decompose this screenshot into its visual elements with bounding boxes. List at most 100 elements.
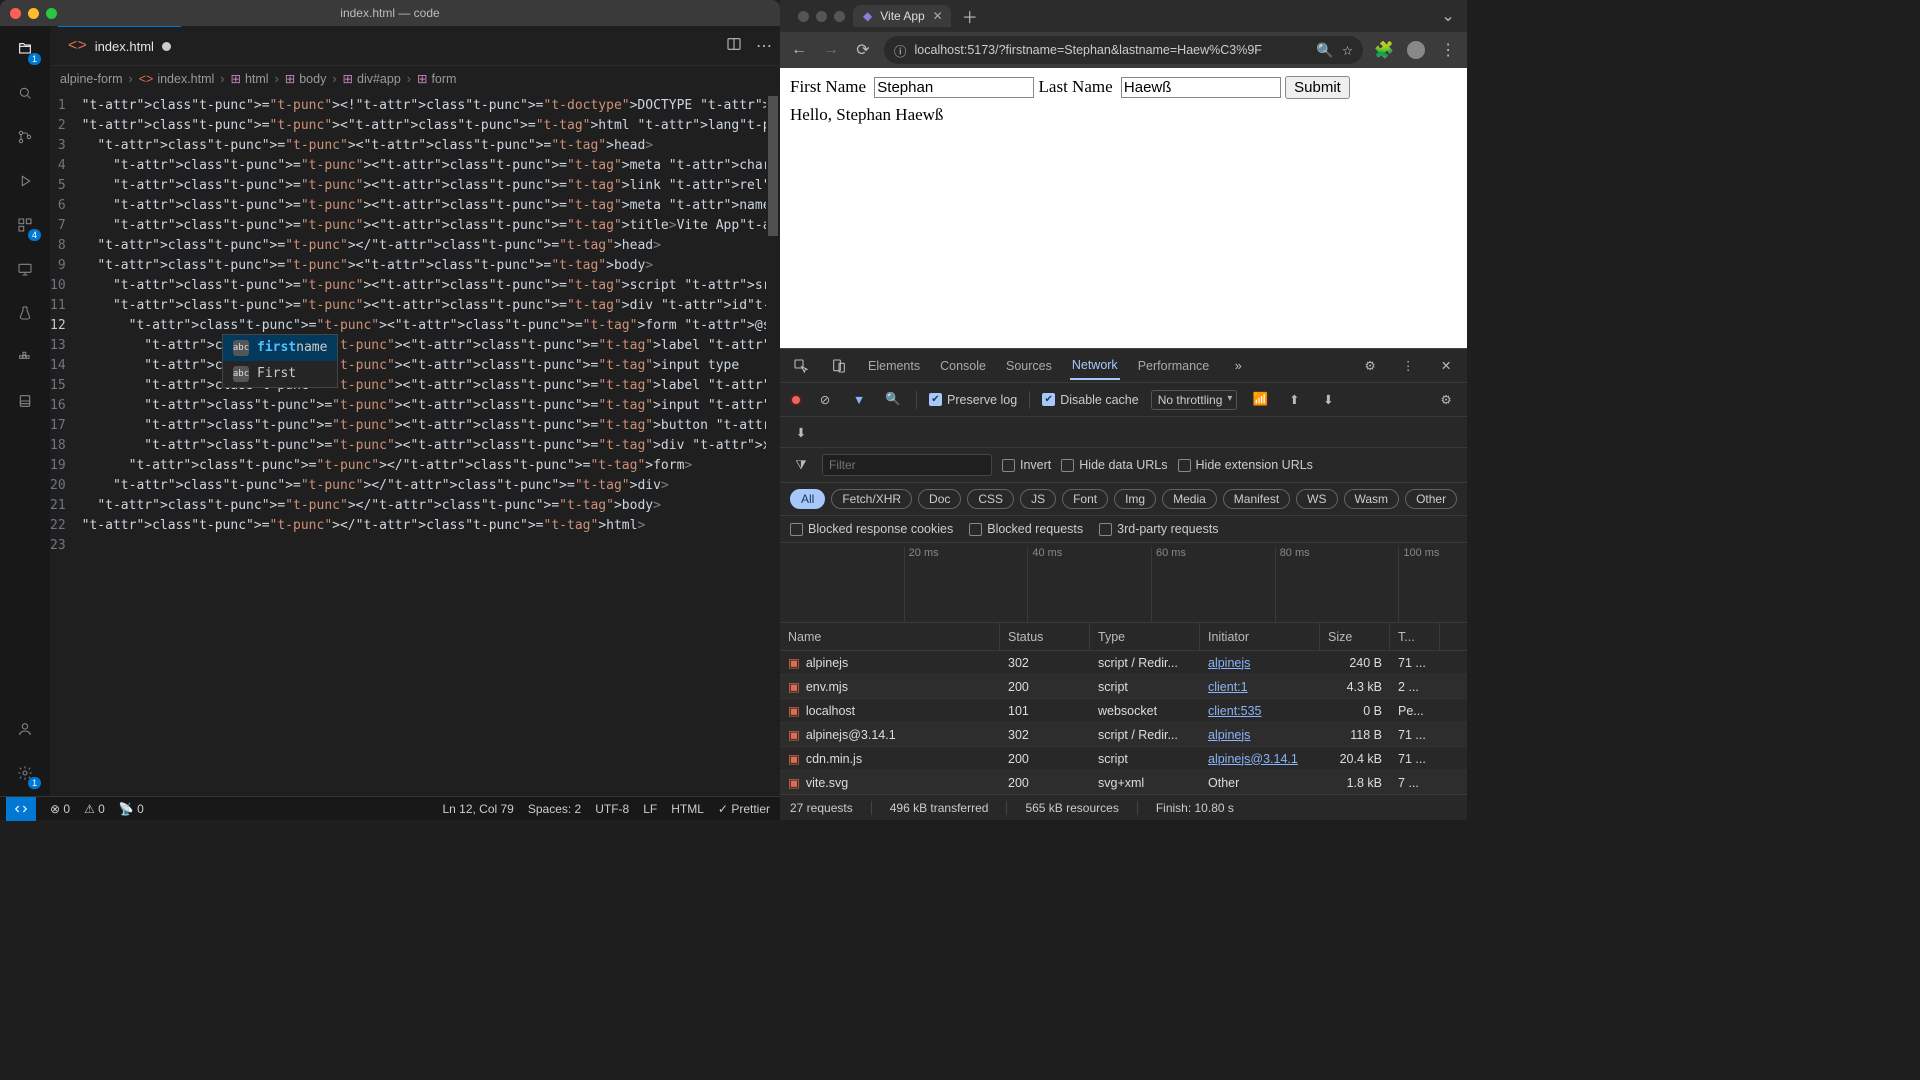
testing-icon[interactable] [12, 300, 38, 326]
site-info-icon[interactable]: ⓘ [894, 41, 907, 60]
errors-count[interactable]: ⊗ 0 [50, 802, 70, 816]
table-row[interactable]: ▣alpinejs@3.14.1302script / Redir...alpi… [780, 723, 1467, 747]
profile-avatar-icon[interactable] [1405, 39, 1427, 61]
network-settings-icon[interactable]: ⚙ [1435, 389, 1457, 411]
back-button[interactable]: ← [788, 39, 810, 61]
submit-button[interactable] [1285, 76, 1350, 99]
search-icon[interactable] [12, 80, 38, 106]
type-chip[interactable]: Font [1062, 489, 1108, 509]
type-chip[interactable]: Manifest [1223, 489, 1290, 509]
kebab-menu-icon[interactable]: ⋮ [1437, 39, 1459, 61]
first-name-input[interactable] [874, 77, 1034, 98]
invert-checkbox[interactable]: Invert [1002, 458, 1051, 472]
export-har-icon[interactable]: ⬇ [1317, 389, 1339, 411]
close-tab-icon[interactable]: ✕ [933, 9, 943, 23]
source-control-icon[interactable] [12, 124, 38, 150]
table-row[interactable]: ▣alpinejs302script / Redir...alpinejs240… [780, 651, 1467, 675]
type-chip[interactable]: All [790, 489, 825, 509]
record-button[interactable] [790, 394, 802, 406]
account-icon[interactable] [12, 716, 38, 742]
language-mode[interactable]: HTML [671, 802, 704, 816]
devtools-settings-icon[interactable]: ⚙ [1359, 355, 1381, 377]
column-header[interactable]: Size [1320, 623, 1390, 650]
split-editor-icon[interactable] [726, 36, 742, 56]
inspect-element-icon[interactable] [790, 355, 812, 377]
table-header[interactable]: NameStatusTypeInitiatorSizeT... [780, 623, 1467, 651]
clear-icon[interactable]: ⊘ [814, 389, 836, 411]
more-actions-icon[interactable]: ⋯ [756, 36, 772, 56]
omnibox[interactable]: ⓘ localhost:5173/?firstname=Stephan&last… [884, 36, 1363, 64]
reload-button[interactable]: ⟳ [852, 39, 874, 61]
filter-input[interactable] [822, 454, 992, 476]
port-indicator[interactable]: 📡 0 [119, 802, 144, 816]
cursor-position[interactable]: Ln 12, Col 79 [442, 802, 513, 816]
tab-performance[interactable]: Performance [1136, 353, 1212, 379]
eol[interactable]: LF [643, 802, 657, 816]
table-row[interactable]: ▣vite.svg200svg+xmlOther1.8 kB7 ... [780, 771, 1467, 794]
type-chip[interactable]: WS [1296, 489, 1337, 509]
run-debug-icon[interactable] [12, 168, 38, 194]
minimize-dot-icon[interactable] [816, 11, 827, 22]
devtools-close-icon[interactable]: ✕ [1435, 355, 1457, 377]
blocked-requests-checkbox[interactable]: Blocked requests [969, 522, 1083, 536]
import-har-icon[interactable]: ⬆ [1283, 389, 1305, 411]
hide-data-urls-checkbox[interactable]: Hide data URLs [1061, 458, 1167, 472]
tab-elements[interactable]: Elements [866, 353, 922, 379]
column-header[interactable]: Name [780, 623, 1000, 650]
bookmarks-icon[interactable] [12, 388, 38, 414]
remote-indicator-icon[interactable] [6, 797, 36, 821]
download-icon[interactable]: ⬇ [790, 421, 812, 443]
chevron-down-icon[interactable]: ⌄ [1437, 5, 1459, 27]
type-chip[interactable]: Other [1405, 489, 1457, 509]
column-header[interactable]: Initiator [1200, 623, 1320, 650]
type-chip[interactable]: CSS [967, 489, 1014, 509]
settings-gear-icon[interactable]: 1 [12, 760, 38, 786]
more-tabs-icon[interactable]: » [1227, 355, 1249, 377]
extensions-puzzle-icon[interactable]: 🧩 [1373, 39, 1395, 61]
type-chip[interactable]: Wasm [1344, 489, 1400, 509]
new-tab-button[interactable]: ＋ [959, 5, 981, 27]
encoding[interactable]: UTF-8 [595, 802, 629, 816]
filter-toggle-icon[interactable]: ▼ [848, 389, 870, 411]
third-party-checkbox[interactable]: 3rd-party requests [1099, 522, 1218, 536]
type-chip[interactable]: Doc [918, 489, 961, 509]
table-row[interactable]: ▣localhost101websocketclient:5350 BPe... [780, 699, 1467, 723]
code-editor[interactable]: 1234567891011121314151617181920212223 "t… [50, 92, 780, 796]
breadcrumbs[interactable]: alpine-form› <>index.html› ⊞html› ⊞body›… [50, 66, 780, 92]
table-row[interactable]: ▣env.mjs200scriptclient:14.3 kB2 ... [780, 675, 1467, 699]
zoom-icon[interactable]: 🔍 [1316, 42, 1333, 59]
column-header[interactable]: T... [1390, 623, 1440, 650]
forward-button[interactable]: → [820, 39, 842, 61]
tab-sources[interactable]: Sources [1004, 353, 1054, 379]
network-conditions-icon[interactable]: 📶 [1249, 389, 1271, 411]
close-dot-icon[interactable] [798, 11, 809, 22]
type-chip[interactable]: Img [1114, 489, 1156, 509]
extensions-icon[interactable]: 4 [12, 212, 38, 238]
last-name-input[interactable] [1121, 77, 1281, 98]
column-header[interactable]: Status [1000, 623, 1090, 650]
zoom-dot-icon[interactable] [834, 11, 845, 22]
type-chip[interactable]: JS [1020, 489, 1056, 509]
autocomplete-item[interactable]: abcfirstname [223, 335, 337, 361]
type-chip[interactable]: Fetch/XHR [831, 489, 912, 509]
docker-icon[interactable] [12, 344, 38, 370]
tab-console[interactable]: Console [938, 353, 988, 379]
explorer-icon[interactable]: 1 [12, 36, 38, 62]
warnings-count[interactable]: ⚠ 0 [84, 802, 105, 816]
blocked-cookies-checkbox[interactable]: Blocked response cookies [790, 522, 953, 536]
search-network-icon[interactable]: 🔍 [882, 389, 904, 411]
autocomplete-item[interactable]: abcFirst [223, 361, 337, 387]
indent-spaces[interactable]: Spaces: 2 [528, 802, 581, 816]
bookmark-star-icon[interactable]: ☆ [1342, 43, 1353, 58]
table-row[interactable]: ▣cdn.min.js200scriptalpinejs@3.14.120.4 … [780, 747, 1467, 771]
devtools-kebab-icon[interactable]: ⋮ [1397, 355, 1419, 377]
browser-tab[interactable]: ◆ Vite App ✕ [853, 5, 951, 27]
prettier-status[interactable]: ✓ Prettier [718, 802, 770, 816]
autocomplete-popup[interactable]: abcfirstnameabcFirst [222, 334, 338, 388]
remote-explorer-icon[interactable] [12, 256, 38, 282]
traffic-lights-inactive[interactable] [798, 11, 845, 22]
minimap[interactable] [766, 92, 780, 796]
type-chip[interactable]: Media [1162, 489, 1217, 509]
filter-funnel-icon[interactable]: ⧩ [790, 454, 812, 476]
throttling-select[interactable]: No throttling [1151, 390, 1238, 410]
